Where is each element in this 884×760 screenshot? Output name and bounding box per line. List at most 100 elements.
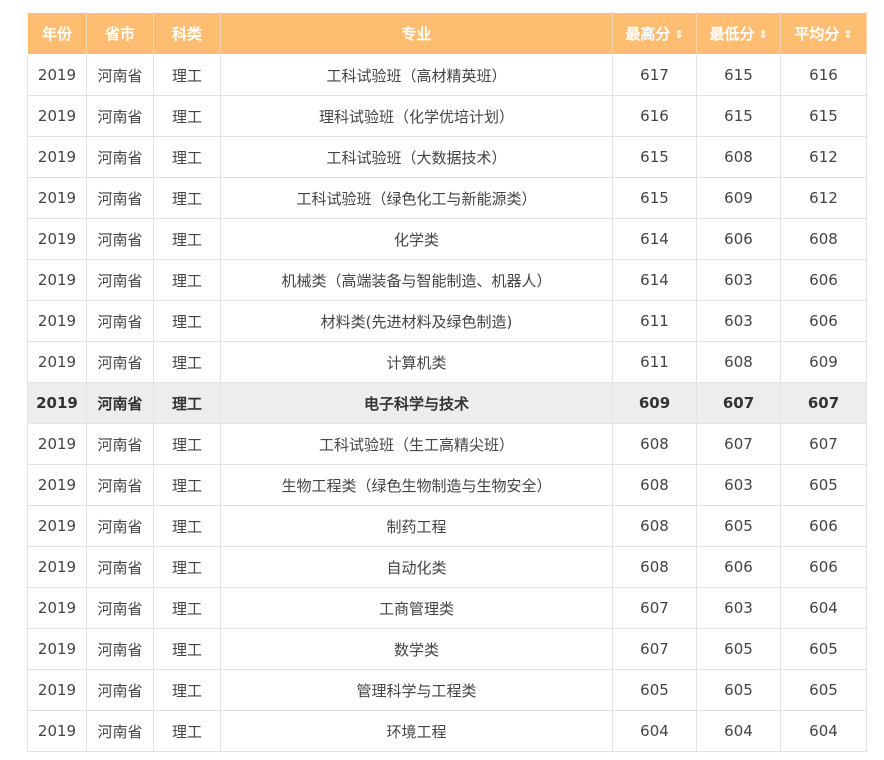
cell-category: 理工 bbox=[153, 218, 221, 260]
cell-province: 河南省 bbox=[86, 54, 154, 96]
cell-province: 河南省 bbox=[86, 423, 154, 465]
cell-province: 河南省 bbox=[86, 587, 154, 629]
table-row: 2019 河南省 理工 工商管理类 607 603 604 bbox=[27, 587, 867, 629]
sort-icon[interactable]: ⇕ bbox=[758, 28, 767, 41]
cell-major: 环境工程 bbox=[220, 710, 613, 752]
cell-category: 理工 bbox=[153, 423, 221, 465]
table-row: 2019 河南省 理工 机械类（高端装备与智能制造、机器人） 614 603 606 bbox=[27, 259, 867, 301]
cell-year: 2019 bbox=[27, 300, 87, 342]
cell-category: 理工 bbox=[153, 710, 221, 752]
cell-min-score: 603 bbox=[696, 300, 781, 342]
cell-category: 理工 bbox=[153, 95, 221, 137]
cell-year: 2019 bbox=[27, 136, 87, 178]
cell-min-score: 606 bbox=[696, 546, 781, 588]
cell-min-score: 605 bbox=[696, 505, 781, 547]
table-row: 2019 河南省 理工 自动化类 608 606 606 bbox=[27, 546, 867, 588]
cell-province: 河南省 bbox=[86, 136, 154, 178]
cell-min-score: 606 bbox=[696, 218, 781, 260]
cell-avg-score: 604 bbox=[780, 587, 867, 629]
table-row: 2019 河南省 理工 化学类 614 606 608 bbox=[27, 218, 867, 260]
table-header-row: 年份 省市 科类 专业 最高分 ⇕ 最低分 ⇕ 平均分 ⇕ bbox=[27, 12, 867, 55]
cell-avg-score: 609 bbox=[780, 341, 867, 383]
cell-min-score: 615 bbox=[696, 95, 781, 137]
cell-province: 河南省 bbox=[86, 382, 154, 424]
cell-min-score: 605 bbox=[696, 628, 781, 670]
cell-category: 理工 bbox=[153, 669, 221, 711]
header-province: 省市 bbox=[86, 12, 154, 55]
cell-avg-score: 608 bbox=[780, 218, 867, 260]
cell-major: 制药工程 bbox=[220, 505, 613, 547]
cell-max-score: 607 bbox=[612, 628, 697, 670]
cell-max-score: 615 bbox=[612, 177, 697, 219]
header-max-label: 最高分 bbox=[625, 25, 671, 43]
cell-category: 理工 bbox=[153, 341, 221, 383]
cell-category: 理工 bbox=[153, 136, 221, 178]
cell-avg-score: 607 bbox=[780, 382, 867, 424]
cell-max-score: 615 bbox=[612, 136, 697, 178]
table-row: 2019 河南省 理工 环境工程 604 604 604 bbox=[27, 710, 867, 752]
cell-avg-score: 615 bbox=[780, 95, 867, 137]
cell-province: 河南省 bbox=[86, 300, 154, 342]
table-row: 2019 河南省 理工 材料类(先进材料及绿色制造) 611 603 606 bbox=[27, 300, 867, 342]
cell-year: 2019 bbox=[27, 382, 87, 424]
cell-category: 理工 bbox=[153, 628, 221, 670]
cell-province: 河南省 bbox=[86, 259, 154, 301]
cell-major: 生物工程类（绿色生物制造与生物安全） bbox=[220, 464, 613, 506]
sort-icon[interactable]: ⇕ bbox=[843, 28, 852, 41]
cell-province: 河南省 bbox=[86, 218, 154, 260]
cell-year: 2019 bbox=[27, 546, 87, 588]
cell-max-score: 617 bbox=[612, 54, 697, 96]
header-min-label: 最低分 bbox=[709, 25, 755, 43]
cell-avg-score: 606 bbox=[780, 505, 867, 547]
cell-avg-score: 616 bbox=[780, 54, 867, 96]
cell-category: 理工 bbox=[153, 54, 221, 96]
header-category: 科类 bbox=[153, 12, 221, 55]
table-row: 2019 河南省 理工 数学类 607 605 605 bbox=[27, 628, 867, 670]
cell-major: 工商管理类 bbox=[220, 587, 613, 629]
table-row: 2019 河南省 理工 生物工程类（绿色生物制造与生物安全） 608 603 605 bbox=[27, 464, 867, 506]
cell-min-score: 607 bbox=[696, 423, 781, 465]
cell-min-score: 615 bbox=[696, 54, 781, 96]
cell-min-score: 603 bbox=[696, 587, 781, 629]
cell-province: 河南省 bbox=[86, 177, 154, 219]
cell-category: 理工 bbox=[153, 464, 221, 506]
cell-avg-score: 606 bbox=[780, 259, 867, 301]
header-avg-score[interactable]: 平均分 ⇕ bbox=[780, 12, 867, 55]
cell-year: 2019 bbox=[27, 628, 87, 670]
cell-major: 材料类(先进材料及绿色制造) bbox=[220, 300, 613, 342]
cell-avg-score: 606 bbox=[780, 300, 867, 342]
cell-major: 自动化类 bbox=[220, 546, 613, 588]
cell-max-score: 614 bbox=[612, 259, 697, 301]
sort-icon[interactable]: ⇕ bbox=[674, 28, 683, 41]
cell-max-score: 608 bbox=[612, 505, 697, 547]
cell-major: 工科试验班（生工高精尖班） bbox=[220, 423, 613, 465]
table-row: 2019 河南省 理工 工科试验班（生工高精尖班） 608 607 607 bbox=[27, 423, 867, 465]
cell-major: 管理科学与工程类 bbox=[220, 669, 613, 711]
cell-min-score: 608 bbox=[696, 136, 781, 178]
cell-min-score: 604 bbox=[696, 710, 781, 752]
cell-max-score: 604 bbox=[612, 710, 697, 752]
cell-province: 河南省 bbox=[86, 505, 154, 547]
cell-max-score: 614 bbox=[612, 218, 697, 260]
cell-min-score: 603 bbox=[696, 259, 781, 301]
cell-avg-score: 605 bbox=[780, 628, 867, 670]
cell-max-score: 611 bbox=[612, 300, 697, 342]
cell-year: 2019 bbox=[27, 710, 87, 752]
header-avg-label: 平均分 bbox=[794, 25, 840, 43]
cell-min-score: 607 bbox=[696, 382, 781, 424]
cell-province: 河南省 bbox=[86, 628, 154, 670]
cell-min-score: 609 bbox=[696, 177, 781, 219]
cell-year: 2019 bbox=[27, 259, 87, 301]
cell-year: 2019 bbox=[27, 177, 87, 219]
header-max-score[interactable]: 最高分 ⇕ bbox=[612, 12, 697, 55]
cell-major: 理科试验班（化学优培计划） bbox=[220, 95, 613, 137]
table-body: 2019 河南省 理工 工科试验班（高材精英班） 617 615 616 2019 河南省 理工理… bbox=[27, 54, 867, 752]
cell-category: 理工 bbox=[153, 382, 221, 424]
cell-major: 电子科学与技术 bbox=[220, 382, 613, 424]
cell-max-score: 608 bbox=[612, 464, 697, 506]
cell-max-score: 608 bbox=[612, 546, 697, 588]
table-row: 2019 河南省 理工 工科试验班（绿色化工与新能源类） 615 609 612 bbox=[27, 177, 867, 219]
header-min-score[interactable]: 最低分 ⇕ bbox=[696, 12, 781, 55]
table-row: 2019 河南省 理工 工科试验班（高材精英班） 617 615 616 bbox=[27, 54, 867, 96]
cell-avg-score: 607 bbox=[780, 423, 867, 465]
